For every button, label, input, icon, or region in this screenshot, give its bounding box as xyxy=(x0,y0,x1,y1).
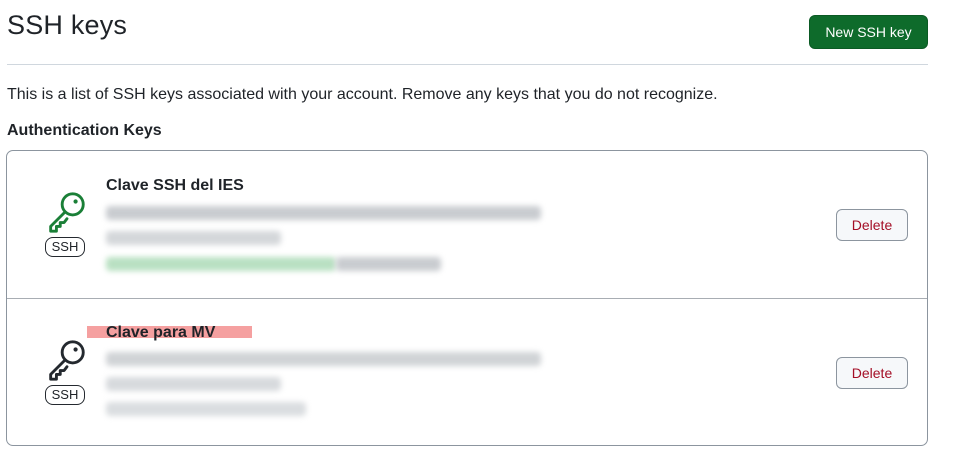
redacted-access xyxy=(336,257,441,271)
ssh-key-item: SSH Clave SSH del IES Delete xyxy=(7,151,927,299)
redacted-fingerprint xyxy=(106,206,541,220)
key-title: Clave para MV xyxy=(106,324,216,341)
key-title: Clave SSH del IES xyxy=(106,177,244,194)
ssh-key-item: SSH Clave para MV Delete xyxy=(7,299,927,445)
delete-button[interactable]: Delete xyxy=(836,209,908,241)
page-header: SSH keys New SSH key xyxy=(7,0,928,65)
redacted-last-used xyxy=(106,402,306,416)
ssh-badge: SSH xyxy=(45,237,85,257)
section-title: Authentication Keys xyxy=(7,122,162,139)
redacted-added-date xyxy=(106,377,281,391)
new-ssh-key-button[interactable]: New SSH key xyxy=(809,15,928,49)
redacted-added-date xyxy=(106,231,281,245)
ssh-key-list: SSH Clave SSH del IES Delete SSH Clave p… xyxy=(6,150,928,446)
ssh-badge: SSH xyxy=(45,385,85,405)
page-description: This is a list of SSH keys associated wi… xyxy=(7,86,718,103)
redacted-last-used xyxy=(106,257,336,271)
delete-button[interactable]: Delete xyxy=(836,357,908,389)
key-icon xyxy=(49,340,85,381)
key-icon xyxy=(49,192,85,233)
page-title: SSH keys xyxy=(7,10,128,40)
redacted-fingerprint xyxy=(106,352,541,366)
